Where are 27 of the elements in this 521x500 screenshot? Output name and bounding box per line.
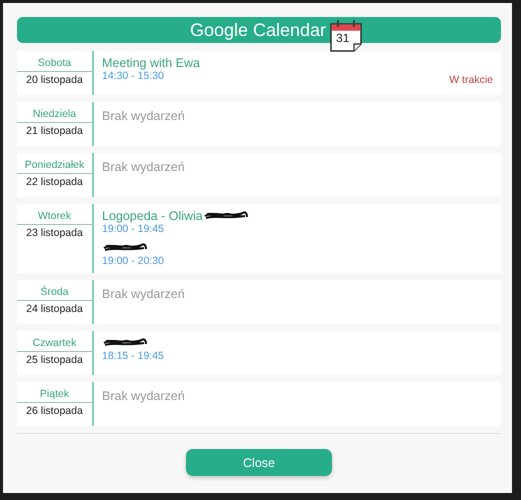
event-title: Meeting with Ewa bbox=[102, 56, 200, 70]
no-events-text: Brak wydarzeń bbox=[102, 389, 185, 403]
date-label: 21 listopada bbox=[25, 124, 84, 137]
event-time: 19:00 - 20:30 bbox=[102, 255, 164, 267]
date-label: 20 listopada bbox=[25, 73, 84, 86]
event-status: W trakcie bbox=[449, 74, 493, 86]
weekday-label: Czwartek bbox=[17, 337, 92, 352]
weekday-label: Sobota bbox=[17, 57, 92, 72]
no-events-text: Brak wydarzeń bbox=[102, 160, 185, 174]
no-events-text: Brak wydarzeń bbox=[102, 109, 185, 123]
date-label: 25 listopada bbox=[25, 353, 84, 366]
no-events-text: Brak wydarzeń bbox=[102, 287, 185, 301]
event-time: 19:00 - 19:45 bbox=[102, 223, 164, 235]
dialog-title: Google Calendar bbox=[190, 20, 326, 40]
date-label: 23 listopada bbox=[25, 226, 84, 239]
weekday-label: Środa bbox=[17, 286, 92, 301]
weekday-label: Niedziela bbox=[17, 108, 92, 123]
event-time: 14:30 - 15:30 bbox=[102, 70, 164, 82]
event-title: Logopeda - Oliwia bbox=[102, 209, 203, 223]
close-button[interactable]: Close bbox=[186, 449, 332, 476]
weekday-label: Piątek bbox=[17, 388, 92, 403]
date-label: 22 listopada bbox=[25, 175, 84, 188]
event-time: 18:15 - 19:45 bbox=[102, 350, 164, 362]
weekday-label: Wtorek bbox=[17, 210, 92, 225]
weekday-label: Poniedziałek bbox=[17, 159, 92, 174]
date-label: 24 listopada bbox=[25, 302, 84, 315]
date-label: 26 listopada bbox=[25, 404, 84, 417]
